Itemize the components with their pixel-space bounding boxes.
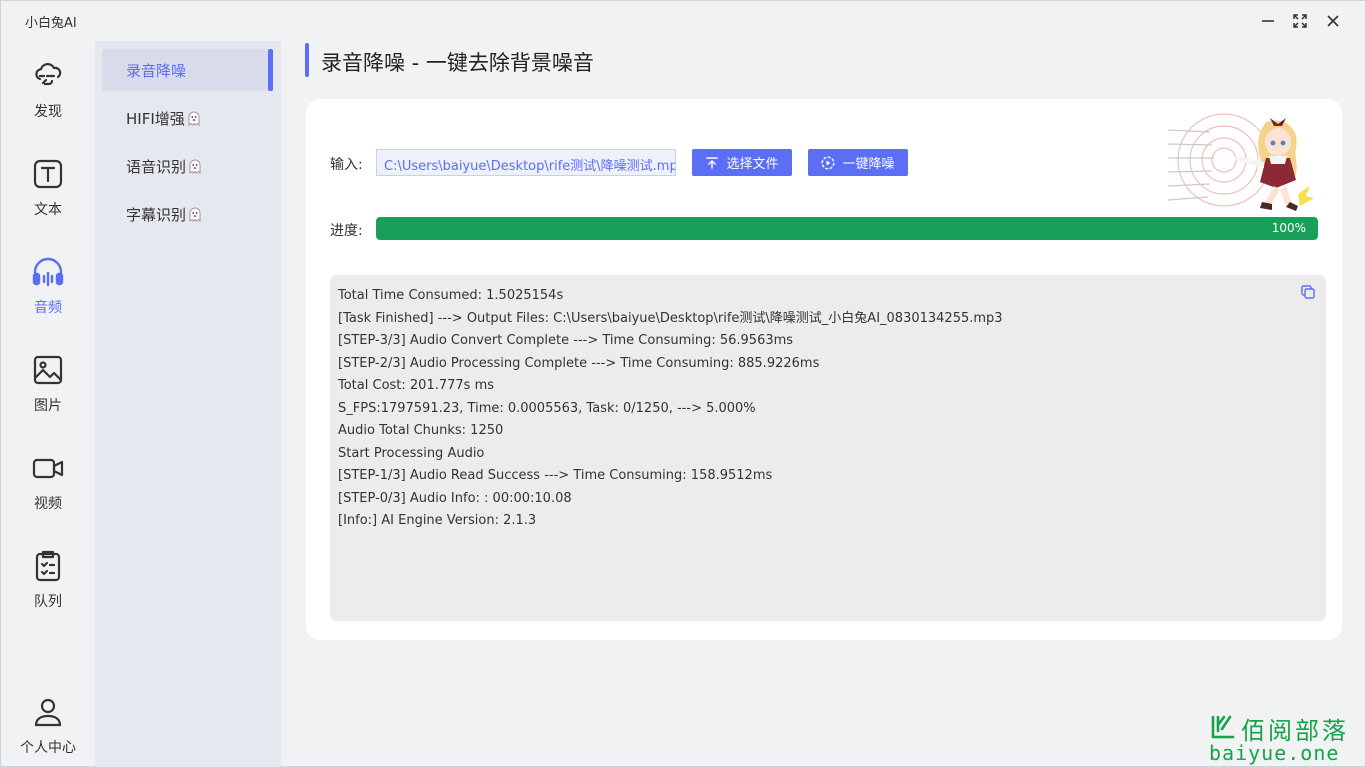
ghost-icon [189,207,201,222]
nav-label: 队列 [34,594,62,610]
submenu-item-denoise[interactable]: 录音降噪 [102,49,273,91]
watermark-en: baiyue.one [1209,741,1340,765]
select-file-label: 选择文件 [726,156,779,171]
video-camera-icon [31,451,65,485]
denoise-label: 一键降噪 [842,156,895,171]
progress-percent: 100% [1271,221,1306,235]
log-line: Start Processing Audio [338,445,485,461]
audio-submenu: 录音降噪 HIFI增强 语音识别 字幕识别 [95,41,281,767]
nav-label: 发现 [34,104,62,120]
nav-item-queue[interactable]: 队列 [1,537,95,617]
log-line: [Info:] AI Engine Version: 2.1.3 [338,513,537,528]
nav-label: 个人中心 [20,740,76,756]
log-line: [Task Finished] ---> Output Files: C:\Us… [338,310,1003,326]
log-line: S_FPS:1797591.23, Time: 0.0005563, Task:… [338,400,756,416]
progress-bar: 100% [376,217,1318,240]
title-bar: 小白兔AI [1,1,1365,41]
text-icon [31,157,65,191]
submenu-label: 语音识别 [126,157,187,176]
cloud-link-icon [31,59,65,93]
headphones-icon [31,255,65,289]
log-line: Total Time Consumed: 1.5025154s [338,288,564,303]
nav-item-profile[interactable]: 个人中心 [1,683,95,763]
copy-icon[interactable] [1300,284,1316,300]
nav-item-audio[interactable]: 音频 [1,243,95,323]
log-output[interactable]: Total Time Consumed: 1.5025154s [Task Fin… [330,275,1326,621]
submenu-label: 录音降噪 [126,61,187,80]
fullscreen-icon [1293,14,1307,28]
nav-label: 文本 [34,202,62,218]
nav-label: 视频 [34,496,62,512]
minimize-button[interactable] [1256,9,1280,33]
close-icon [1327,15,1339,27]
submenu-item-subtitle-recognition[interactable]: 字幕识别 [102,193,273,235]
minimize-icon [1262,20,1274,22]
ghost-icon [188,111,200,126]
nav-item-image[interactable]: 图片 [1,341,95,421]
app-title: 小白兔AI [25,16,77,31]
log-line: Audio Total Chunks: 1250 [338,423,504,438]
user-icon [31,695,65,729]
close-button[interactable] [1321,9,1345,33]
ghost-icon [189,159,201,174]
log-line: [STEP-3/3] Audio Convert Complete ---> T… [338,333,794,348]
submenu-label: HIFI增强 [126,109,185,128]
progress-fill [376,217,1318,240]
maximize-button[interactable] [1288,9,1312,33]
nav-item-video[interactable]: 视频 [1,439,95,519]
select-file-button[interactable]: 选择文件 [692,149,792,176]
clipboard-icon [31,549,65,583]
input-file-path[interactable]: C:\Users\baiyue\Desktop\rife测试\降噪测试.mp3 [376,149,676,176]
log-line: [STEP-0/3] Audio Info: : 00:00:10.08 [338,490,572,506]
denoise-panel: 输入: C:\Users\baiyue\Desktop\rife测试\降噪测试.… [306,99,1342,640]
progress-label: 进度: [330,223,363,239]
one-click-denoise-button[interactable]: 一键降噪 [808,149,908,176]
baiyue-logo-icon [1211,715,1235,739]
submenu-label: 字幕识别 [126,205,187,224]
site-watermark: 佰阅部落 baiyue.one [1207,711,1366,767]
submenu-item-hifi[interactable]: HIFI增强 [102,97,273,139]
log-line: Total Cost: 201.777s ms [338,378,495,393]
nav-label: 音频 [34,300,62,316]
play-circle-icon [821,155,835,170]
page-title: 录音降噪 - 一键去除背景噪音 [321,51,594,75]
log-line: [STEP-2/3] Audio Processing Complete ---… [338,355,820,371]
app-window: 小白兔AI 发现 文本 音频 图片 视频 队列 个人中心 录音降噪 HIFI增强… [0,0,1366,767]
log-lines: Total Time Consumed: 1.5025154s [Task Fin… [338,285,1318,533]
log-line: [STEP-1/3] Audio Read Success ---> Time … [338,468,773,483]
upload-icon [706,156,719,169]
main-nav: 发现 文本 音频 图片 视频 队列 个人中心 [1,41,95,767]
image-icon [31,353,65,387]
nav-label: 图片 [34,398,62,414]
input-label: 输入: [330,157,363,173]
nav-item-text[interactable]: 文本 [1,145,95,225]
anime-mascot-illustration [1167,113,1314,211]
nav-item-discover[interactable]: 发现 [1,47,95,127]
page-title-accent [305,43,309,77]
submenu-item-speech-recognition[interactable]: 语音识别 [102,145,273,187]
